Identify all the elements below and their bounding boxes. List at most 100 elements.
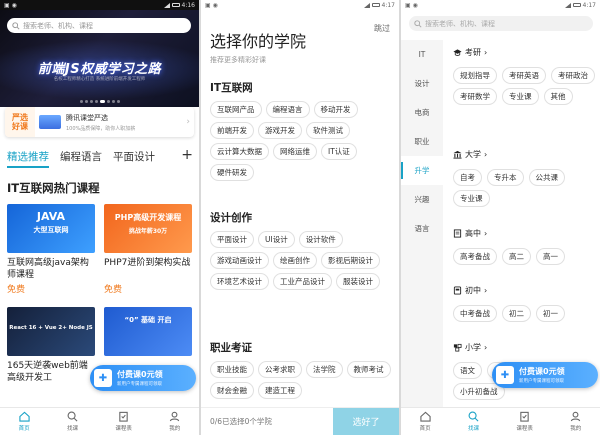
group-title: 高中: [465, 229, 481, 238]
college-chip[interactable]: IT认证: [321, 143, 357, 160]
search-placeholder: 搜索老师、机构、课程: [23, 21, 93, 30]
nav-find-course[interactable]: 找课: [67, 411, 78, 432]
promo-card[interactable]: 严选 好课 腾讯课堂严选 100%品质保障，助你人职加薪 ›: [5, 107, 194, 137]
subcategory-chip[interactable]: 高一: [536, 248, 565, 265]
college-chip[interactable]: 云计算大数据: [210, 143, 269, 160]
college-chip[interactable]: 绘画创作: [273, 252, 317, 269]
college-chip[interactable]: 编程语言: [265, 101, 310, 118]
nav-schedule[interactable]: 课程表: [516, 411, 533, 432]
nav-schedule[interactable]: 课程表: [115, 411, 132, 432]
sidebar-item-ecommerce[interactable]: 电商: [401, 98, 443, 127]
group-header[interactable]: 大学 ›: [453, 149, 487, 160]
add-tab-icon[interactable]: +: [181, 147, 193, 163]
college-chip[interactable]: 法学院: [306, 361, 343, 378]
chip-group-high-school: 高考备战 高二 高一: [453, 248, 596, 265]
college-chip[interactable]: 硬件研发: [210, 164, 254, 181]
chevron-right-icon: ›: [484, 150, 488, 159]
subcategory-chip[interactable]: 考研英语: [502, 67, 546, 84]
college-chip[interactable]: 移动开发: [313, 101, 358, 118]
course-card[interactable]: JAVA 大型互联网 互联网高级java架构师课程 免费: [7, 204, 95, 295]
college-chip[interactable]: 工业产品设计: [273, 273, 332, 290]
subcategory-chip[interactable]: 公共课: [528, 169, 565, 186]
college-chip[interactable]: 公考求职: [258, 361, 302, 378]
college-chip[interactable]: 互联网产品: [210, 101, 262, 118]
banner-carousel[interactable]: 搜索老师、机构、课程 前端JS权威学习之路 名校工程师精心打造 系统进阶前端开发…: [0, 10, 199, 107]
subcategory-chip[interactable]: 其他: [543, 88, 573, 105]
college-chip[interactable]: 环境艺术设计: [210, 273, 269, 290]
college-chip[interactable]: 职业技能: [210, 361, 254, 378]
college-chip[interactable]: 影视后期设计: [321, 252, 380, 269]
thumb-line2: 大型互联网: [33, 226, 69, 234]
carousel-dot: [106, 100, 110, 103]
status-left: ▣ ◉: [405, 1, 418, 9]
chip-group-middle-school: 中考备战 初二 初一: [453, 305, 596, 322]
college-chip[interactable]: 游戏动画设计: [210, 252, 269, 269]
subcategory-chip[interactable]: 规划指导: [453, 67, 497, 84]
free-course-badge[interactable]: ✚ 付费课0元领 新用户专属课程可领取: [90, 365, 196, 391]
thumb-line1: PHP高级开发课程: [114, 213, 182, 222]
subcategory-chip[interactable]: 专业课: [502, 88, 539, 105]
subcategory-chip[interactable]: 专升本: [487, 169, 524, 186]
free-course-badge[interactable]: ✚ 付费课0元领 新用户专属课程可领取: [492, 362, 598, 388]
group-header[interactable]: 初中 ›: [453, 285, 487, 296]
subcategory-chip[interactable]: 中考备战: [453, 305, 497, 322]
college-chip[interactable]: 前端开发: [210, 122, 254, 139]
nav-home[interactable]: 首页: [420, 411, 431, 432]
confirm-button[interactable]: 选好了: [333, 407, 399, 435]
sidebar-item-language[interactable]: 语言: [401, 214, 443, 243]
sidebar-item-it[interactable]: IT: [401, 40, 443, 69]
carousel-dot: [79, 100, 83, 103]
tab-featured[interactable]: 精选推荐: [7, 149, 49, 168]
subcategory-chip[interactable]: 考研数学: [453, 88, 497, 105]
signal-icon: [564, 2, 571, 8]
nav-profile[interactable]: 我的: [169, 411, 180, 432]
subcategory-chip[interactable]: 高考备战: [453, 248, 497, 265]
sidebar-item-hobby[interactable]: 兴趣: [401, 185, 443, 214]
college-chip[interactable]: 服装设计: [336, 273, 380, 290]
sidebar-item-career[interactable]: 职业: [401, 127, 443, 156]
college-chip[interactable]: 软件测试: [306, 122, 350, 139]
college-chip[interactable]: 财会金融: [210, 382, 254, 399]
subcategory-chip[interactable]: 考研政治: [551, 67, 595, 84]
schedule-icon: [119, 411, 128, 422]
status-bar: ▣ ◉ 4:17: [201, 0, 399, 10]
nav-label: 我的: [169, 426, 181, 432]
tab-graphic-design[interactable]: 平面设计: [113, 149, 155, 164]
course-card[interactable]: “0” 基础 开启: [104, 307, 192, 356]
tab-programming[interactable]: 编程语言: [60, 149, 102, 164]
section-title: IT互联网热门课程: [7, 181, 100, 195]
college-chip[interactable]: 游戏开发: [258, 122, 302, 139]
subcategory-chip[interactable]: 初二: [502, 305, 531, 322]
subcategory-chip[interactable]: 语文: [453, 362, 482, 379]
sidebar-item-further-study[interactable]: 升学: [401, 156, 443, 185]
category-sidebar: IT 设计 电商 职业 升学 兴趣 语言: [401, 40, 443, 407]
group-header[interactable]: 考研 ›: [453, 47, 487, 58]
course-title: 互联网高级java架构师课程: [7, 258, 89, 280]
subcategory-chip[interactable]: 专业课: [453, 190, 490, 207]
course-thumbnail: PHP高级开发课程 挑战年薪30万: [104, 204, 192, 253]
choose-college-screen: ▣ ◉ 4:17 跳过 选择你的学院 推荐更多精彩好课 IT互联网 互联网产品 …: [201, 0, 399, 435]
course-card[interactable]: PHP高级开发课程 挑战年薪30万 PHP7进阶到架构实战 免费: [104, 204, 192, 295]
college-chip[interactable]: 网络运维: [273, 143, 317, 160]
college-chip[interactable]: UI设计: [258, 231, 295, 248]
subcategory-chip[interactable]: 高二: [502, 248, 531, 265]
search-bar[interactable]: 搜索老师、机构、课程: [7, 18, 191, 33]
nav-profile[interactable]: 我的: [570, 411, 581, 432]
group-header[interactable]: 小学 ›: [453, 342, 487, 353]
sidebar-item-design[interactable]: 设计: [401, 69, 443, 98]
college-chip[interactable]: 平面设计: [210, 231, 254, 248]
battery-icon: [371, 3, 380, 7]
signal-icon: [163, 2, 170, 8]
nav-find-course[interactable]: 找课: [468, 411, 479, 432]
college-chip[interactable]: 建造工程: [258, 382, 302, 399]
subcategory-chip[interactable]: 初一: [536, 305, 565, 322]
skip-button[interactable]: 跳过: [374, 23, 390, 34]
course-card[interactable]: React 16 + Vue 2+ Node JS 165天逆袭web前端高级开…: [7, 307, 95, 384]
group-header[interactable]: 高中 ›: [453, 228, 487, 239]
college-chip[interactable]: 设计软件: [298, 231, 343, 248]
chevron-right-icon: ›: [484, 229, 488, 238]
nav-home[interactable]: 首页: [19, 411, 30, 432]
subcategory-chip[interactable]: 自考: [453, 169, 482, 186]
search-bar[interactable]: 搜索老师、机构、课程: [409, 16, 593, 31]
college-chip[interactable]: 教师考试: [346, 361, 391, 378]
